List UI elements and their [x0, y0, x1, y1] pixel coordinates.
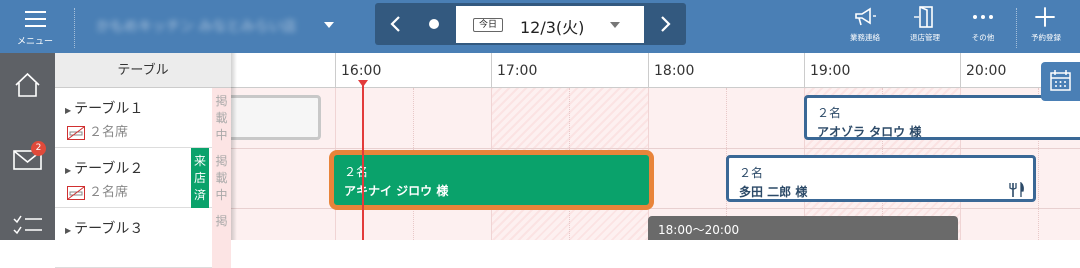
top-bar: メニュー かもめキッチン みなとみらい店 今日 12/3(火) 業務連絡 退店管… — [0, 0, 1080, 53]
guest-name: 多田 二郎 様 — [739, 185, 808, 199]
hour-label: 16:00 — [341, 63, 382, 79]
visited-badge: 来店済 — [191, 148, 209, 208]
messages-button[interactable]: 2 — [0, 139, 55, 189]
menu-button[interactable]: メニュー — [0, 0, 70, 53]
more-dots-icon — [973, 15, 993, 19]
listing-status: 掲 — [212, 208, 231, 268]
table-row[interactable]: ▶ テーブル１ ２名席 掲載中 — [55, 88, 231, 148]
party-size: ２名 — [739, 166, 764, 180]
add-reservation-button[interactable]: 予約登録 — [1016, 0, 1076, 53]
table-name: ▶ テーブル１ — [65, 101, 144, 117]
chevron-down-icon — [610, 22, 620, 28]
table-list: ▶ テーブル１ ２名席 掲載中 ▶ テーブル２ ２名席 来店済 掲載中 ▶ テーブル３… — [55, 88, 231, 268]
calendar-button[interactable] — [1041, 62, 1080, 101]
table-row[interactable]: ▶ テーブル２ ２名席 来店済 掲載中 — [55, 148, 231, 208]
current-time-line — [362, 84, 364, 240]
sidebar: 2 — [0, 53, 55, 240]
seat-info: ２名席 — [67, 121, 128, 140]
store-selector[interactable]: かもめキッチン みなとみらい店 — [96, 16, 336, 38]
block-time-range: 18:00～20:00 — [658, 223, 740, 237]
current-date: 12/3(火) — [520, 18, 585, 37]
checklist-icon — [13, 215, 42, 235]
home-icon — [15, 72, 40, 97]
more-button[interactable]: その他 — [954, 0, 1012, 53]
hour-label: 17:00 — [497, 63, 538, 79]
megaphone-icon — [855, 7, 876, 26]
no-smoking-icon — [67, 185, 85, 200]
unread-badge: 2 — [31, 141, 46, 156]
business-notice-button[interactable]: 業務連絡 — [836, 0, 894, 53]
mail-icon — [13, 150, 42, 170]
store-name: かもめキッチン みなとみらい店 — [96, 19, 297, 35]
current-time-button[interactable] — [429, 19, 439, 29]
table-row[interactable]: ▶ テーブル３ 掲 — [55, 208, 231, 268]
today-button[interactable]: 今日 — [473, 18, 504, 32]
party-size: ２名 — [817, 106, 842, 120]
hour-label: 20:00 — [966, 63, 1007, 79]
seat-info: ２名席 — [67, 181, 128, 200]
hamburger-icon — [25, 11, 46, 32]
reservation-block[interactable]: ２名 多田 二郎 様 — [726, 155, 1036, 202]
chevron-left-icon — [390, 16, 400, 32]
date-picker[interactable]: 今日 12/3(火) — [456, 6, 644, 43]
divider — [74, 8, 75, 48]
plus-icon — [1035, 7, 1055, 27]
table-name: ▶ テーブル２ — [65, 161, 144, 177]
listing-status: 掲載中 — [212, 148, 231, 208]
party-size: ２名 — [344, 165, 369, 179]
guest-name: アオゾラ タロウ 様 — [817, 125, 922, 139]
chevron-down-icon — [324, 22, 334, 28]
more-label: その他 — [971, 33, 995, 42]
no-smoking-icon — [67, 125, 85, 140]
add-reservation-label: 予約登録 — [1031, 33, 1061, 42]
menu-label: メニュー — [16, 37, 53, 47]
checklist-button[interactable] — [0, 211, 55, 261]
table-column-header: テーブル — [55, 53, 231, 88]
fork-knife-icon — [1009, 182, 1024, 197]
hour-label: 18:00 — [654, 63, 695, 79]
prev-day-button[interactable] — [375, 3, 417, 45]
home-button[interactable] — [0, 63, 55, 113]
exit-management-label: 退店管理 — [910, 33, 940, 42]
exit-management-button[interactable]: 退店管理 — [896, 0, 954, 53]
reservation-block[interactable] — [231, 95, 321, 140]
reservation-block-seated[interactable]: ２名 アキナイ ジロウ 様 — [329, 150, 654, 210]
table-name: ▶ テーブル３ — [65, 221, 144, 237]
reservation-block[interactable]: ２名 アオゾラ タロウ 様 — [804, 95, 1080, 140]
listing-status: 掲載中 — [212, 88, 231, 148]
blocked-time-block[interactable]: 18:00～20:00 — [648, 216, 958, 240]
calendar-icon — [1050, 70, 1071, 91]
reservation-grid[interactable]: ２名 アオゾラ タロウ 様 ２名 アキナイ ジロウ 様 ２名 多田 二郎 様 1… — [231, 88, 1080, 240]
business-notice-label: 業務連絡 — [850, 33, 880, 42]
next-day-button[interactable] — [644, 3, 686, 45]
exit-door-icon — [914, 6, 933, 28]
chevron-right-icon — [661, 16, 671, 32]
date-navigator: 今日 12/3(火) — [375, 3, 686, 45]
hour-label: 19:00 — [810, 63, 851, 79]
guest-name: アキナイ ジロウ 様 — [344, 184, 449, 198]
